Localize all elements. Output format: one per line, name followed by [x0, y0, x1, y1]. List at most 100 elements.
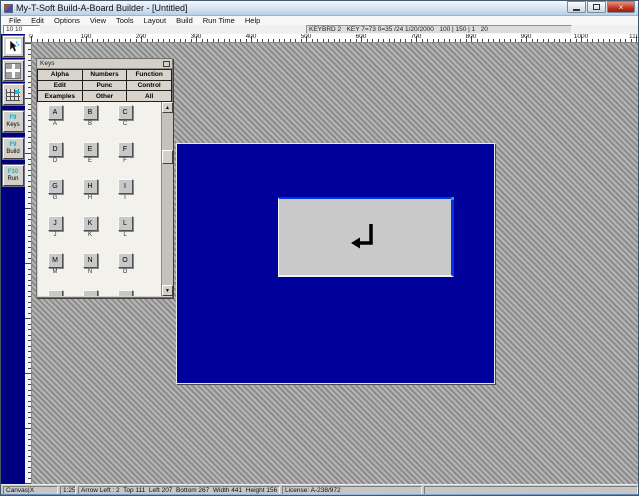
key-category-all[interactable]: All	[127, 91, 171, 101]
key-category-examples[interactable]: Examples	[38, 91, 82, 101]
menu-item-view[interactable]: View	[85, 16, 111, 25]
grid-icon	[6, 89, 20, 101]
key-category-alpha[interactable]: Alpha	[38, 70, 82, 80]
ruler-tick	[312, 39, 313, 42]
key-button-a[interactable]: A	[48, 105, 63, 120]
ruler-label: 0	[29, 34, 33, 40]
build-button[interactable]: F9 Build	[3, 138, 24, 159]
key-item-e: EE	[75, 142, 105, 164]
ruler-tick	[25, 428, 31, 429]
keyboard-surface[interactable]	[176, 143, 495, 384]
ruler-tick	[411, 39, 412, 42]
enter-key[interactable]	[278, 197, 454, 277]
key-label: O	[110, 269, 140, 275]
ruler-tick	[25, 263, 31, 264]
ruler-tick	[28, 285, 31, 286]
ruler-tick	[28, 49, 31, 50]
scroll-down-icon[interactable]: ▼	[162, 285, 173, 296]
key-button[interactable]	[48, 290, 63, 296]
key-label: G	[40, 195, 70, 201]
ruler-label: 300	[191, 34, 202, 40]
ruler-tick	[548, 39, 549, 42]
ruler-tick	[565, 39, 566, 42]
grid-tool-button[interactable]	[3, 84, 24, 105]
ruler-tick	[28, 65, 31, 66]
ruler-tick	[28, 175, 31, 176]
ruler-tick	[28, 82, 31, 83]
key-button-c[interactable]: C	[118, 105, 133, 120]
key-label: K	[75, 232, 105, 238]
cursor-icon	[6, 39, 21, 54]
ruler-tick	[328, 39, 329, 42]
ruler-tick	[28, 379, 31, 380]
position-tool-button[interactable]	[3, 60, 24, 81]
menu-item-file[interactable]: File	[4, 16, 26, 25]
key-button-k[interactable]: K	[83, 216, 98, 231]
close-button[interactable]: ×	[607, 1, 635, 13]
ruler-tick	[81, 39, 82, 42]
menu-item-options[interactable]: Options	[49, 16, 85, 25]
ruler-tick	[103, 39, 104, 42]
keys-panel-button[interactable]: F9 Keys	[3, 111, 24, 132]
ruler-tick	[28, 390, 31, 391]
select-tool-button[interactable]	[3, 36, 24, 57]
maximize-button[interactable]	[587, 1, 606, 13]
key-button[interactable]	[118, 290, 133, 296]
menu-item-layout[interactable]: Layout	[139, 16, 172, 25]
app-window: My-T-Soft Build-A-Board Builder - [Untit…	[0, 0, 639, 496]
key-category-numbers[interactable]: Numbers	[83, 70, 127, 80]
menu-bar: FileEditOptionsViewToolsLayoutBuildRun T…	[1, 16, 638, 25]
ruler-tick	[28, 137, 31, 138]
key-button-j[interactable]: J	[48, 216, 63, 231]
keys-panel-titlebar[interactable]: Keys	[37, 59, 172, 69]
key-button-d[interactable]: D	[48, 142, 63, 157]
run-button[interactable]: F10 Run	[3, 165, 24, 186]
ruler-tick	[28, 335, 31, 336]
key-label: C	[110, 121, 140, 127]
menu-item-help[interactable]: Help	[240, 16, 265, 25]
ruler-tick	[28, 236, 31, 237]
key-category-control[interactable]: Control	[127, 81, 171, 91]
ruler-tick	[28, 417, 31, 418]
ruler-tick	[53, 39, 54, 42]
key-category-other[interactable]: Other	[83, 91, 127, 101]
selection-handle[interactable]	[451, 197, 454, 200]
scroll-up-icon[interactable]: ▲	[162, 102, 173, 113]
key-category-edit[interactable]: Edit	[38, 81, 82, 91]
ruler-tick	[28, 368, 31, 369]
ruler-tick	[592, 39, 593, 42]
menu-item-build[interactable]: Build	[171, 16, 198, 25]
maximize-icon	[593, 4, 600, 10]
key-button-g[interactable]: G	[48, 179, 63, 194]
key-category-punc[interactable]: Punc	[83, 81, 127, 91]
vertical-ruler	[25, 43, 32, 484]
keys-scrollbar[interactable]: ▲ ▼	[161, 102, 173, 296]
ruler-tick	[28, 159, 31, 160]
scrollbar-thumb[interactable]	[162, 150, 173, 164]
key-button-l[interactable]: L	[118, 216, 133, 231]
ruler-tick	[28, 467, 31, 468]
key-button-i[interactable]: I	[118, 179, 133, 194]
ruler-tick	[466, 39, 467, 42]
keys-panel-close-icon[interactable]	[163, 61, 170, 67]
minimize-button[interactable]	[567, 1, 586, 13]
menu-item-tools[interactable]: Tools	[111, 16, 139, 25]
key-button-e[interactable]: E	[83, 142, 98, 157]
key-button[interactable]	[83, 290, 98, 296]
key-item-j: JJ	[40, 216, 70, 238]
key-button-m[interactable]: M	[48, 253, 63, 268]
key-category-function[interactable]: Function	[127, 70, 171, 80]
ruler-tick	[28, 434, 31, 435]
ruler-tick	[28, 60, 31, 61]
title-bar[interactable]: My-T-Soft Build-A-Board Builder - [Untit…	[1, 1, 638, 16]
key-button-n[interactable]: N	[83, 253, 98, 268]
key-button-b[interactable]: B	[83, 105, 98, 120]
menu-item-edit[interactable]: Edit	[26, 16, 49, 25]
ruler-tick	[108, 39, 109, 42]
ruler-tick	[389, 39, 390, 42]
key-button-o[interactable]: O	[118, 253, 133, 268]
key-button-h[interactable]: H	[83, 179, 98, 194]
key-button-f[interactable]: F	[118, 142, 133, 157]
menu-item-run-time[interactable]: Run Time	[198, 16, 240, 25]
ruler-tick	[28, 291, 31, 292]
